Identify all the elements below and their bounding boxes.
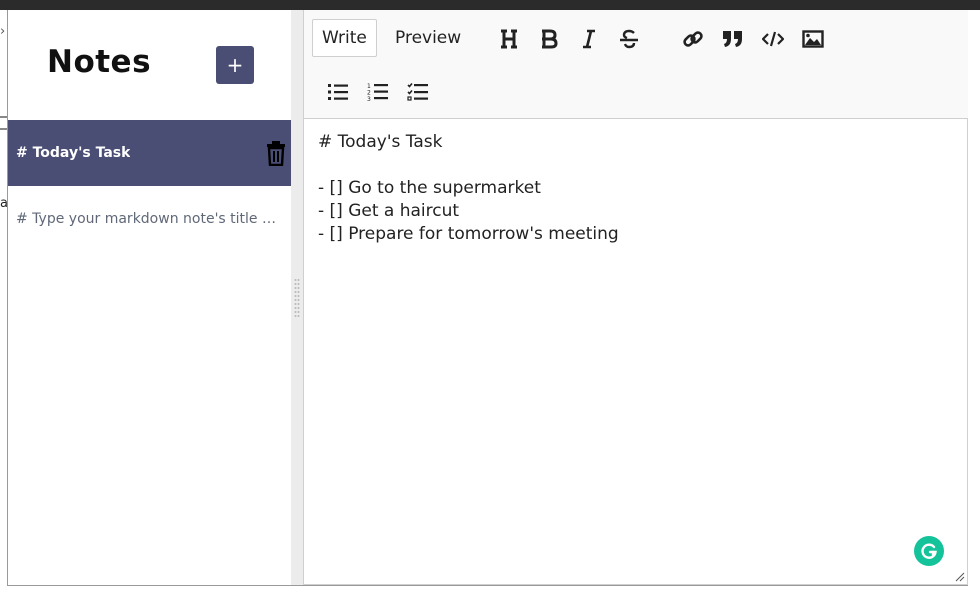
pane-splitter[interactable] [291,10,303,585]
trash-icon [267,141,285,167]
tab-write[interactable]: Write [312,19,377,57]
checklist-button[interactable] [402,76,434,108]
strikethrough-button[interactable] [613,23,645,55]
heading-button[interactable] [493,23,525,55]
background-chevron: › [0,24,6,39]
unordered-list-icon [328,84,348,100]
markdown-textarea[interactable]: # Today's Task - [] Go to the supermarke… [303,119,968,585]
link-icon [683,31,703,47]
note-item[interactable]: # Type your markdown note's title here [8,186,291,252]
ordered-list-icon: 1 2 3 [367,83,388,102]
bold-icon [542,29,558,49]
grip-icon [294,279,300,317]
heading-icon [501,29,517,49]
italic-button[interactable] [573,23,605,55]
grammarly-icon [921,543,937,559]
italic-icon [583,29,595,49]
grammarly-button[interactable] [914,536,944,566]
sidebar-title: Notes [47,44,152,80]
quote-icon [723,31,742,47]
sidebar-header: Notes + [8,10,291,120]
tab-preview[interactable]: Preview [386,19,470,57]
new-note-button[interactable]: + [216,46,254,84]
image-icon [802,30,824,48]
checklist-icon [407,82,428,101]
svg-text:3: 3 [367,96,371,102]
note-title: # Type your markdown note's title here [16,211,282,227]
markdown-editor: Write Preview 1 2 3 # Today's Task - [] … [303,10,968,585]
note-list: # Today's Task # Type your markdown note… [8,120,291,252]
resize-handle-icon[interactable] [955,572,965,582]
notes-app: Notes + # Today's Task # Type your markd… [7,10,968,586]
background-mark [0,116,7,130]
unordered-list-button[interactable] [322,76,354,108]
code-icon [762,31,784,47]
strikethrough-icon [620,29,638,49]
quote-button[interactable] [717,23,749,55]
browser-top-bar [0,0,980,10]
ordered-list-button[interactable]: 1 2 3 [362,76,394,108]
sidebar: Notes + # Today's Task # Type your markd… [8,10,291,585]
note-item-active[interactable]: # Today's Task [8,120,291,186]
editor-toolbar: Write Preview 1 2 3 [303,10,968,119]
delete-note-button[interactable] [265,140,287,167]
image-button[interactable] [797,23,829,55]
code-button[interactable] [757,23,789,55]
note-title: # Today's Task [16,145,131,161]
link-button[interactable] [677,23,709,55]
bold-button[interactable] [533,23,565,55]
